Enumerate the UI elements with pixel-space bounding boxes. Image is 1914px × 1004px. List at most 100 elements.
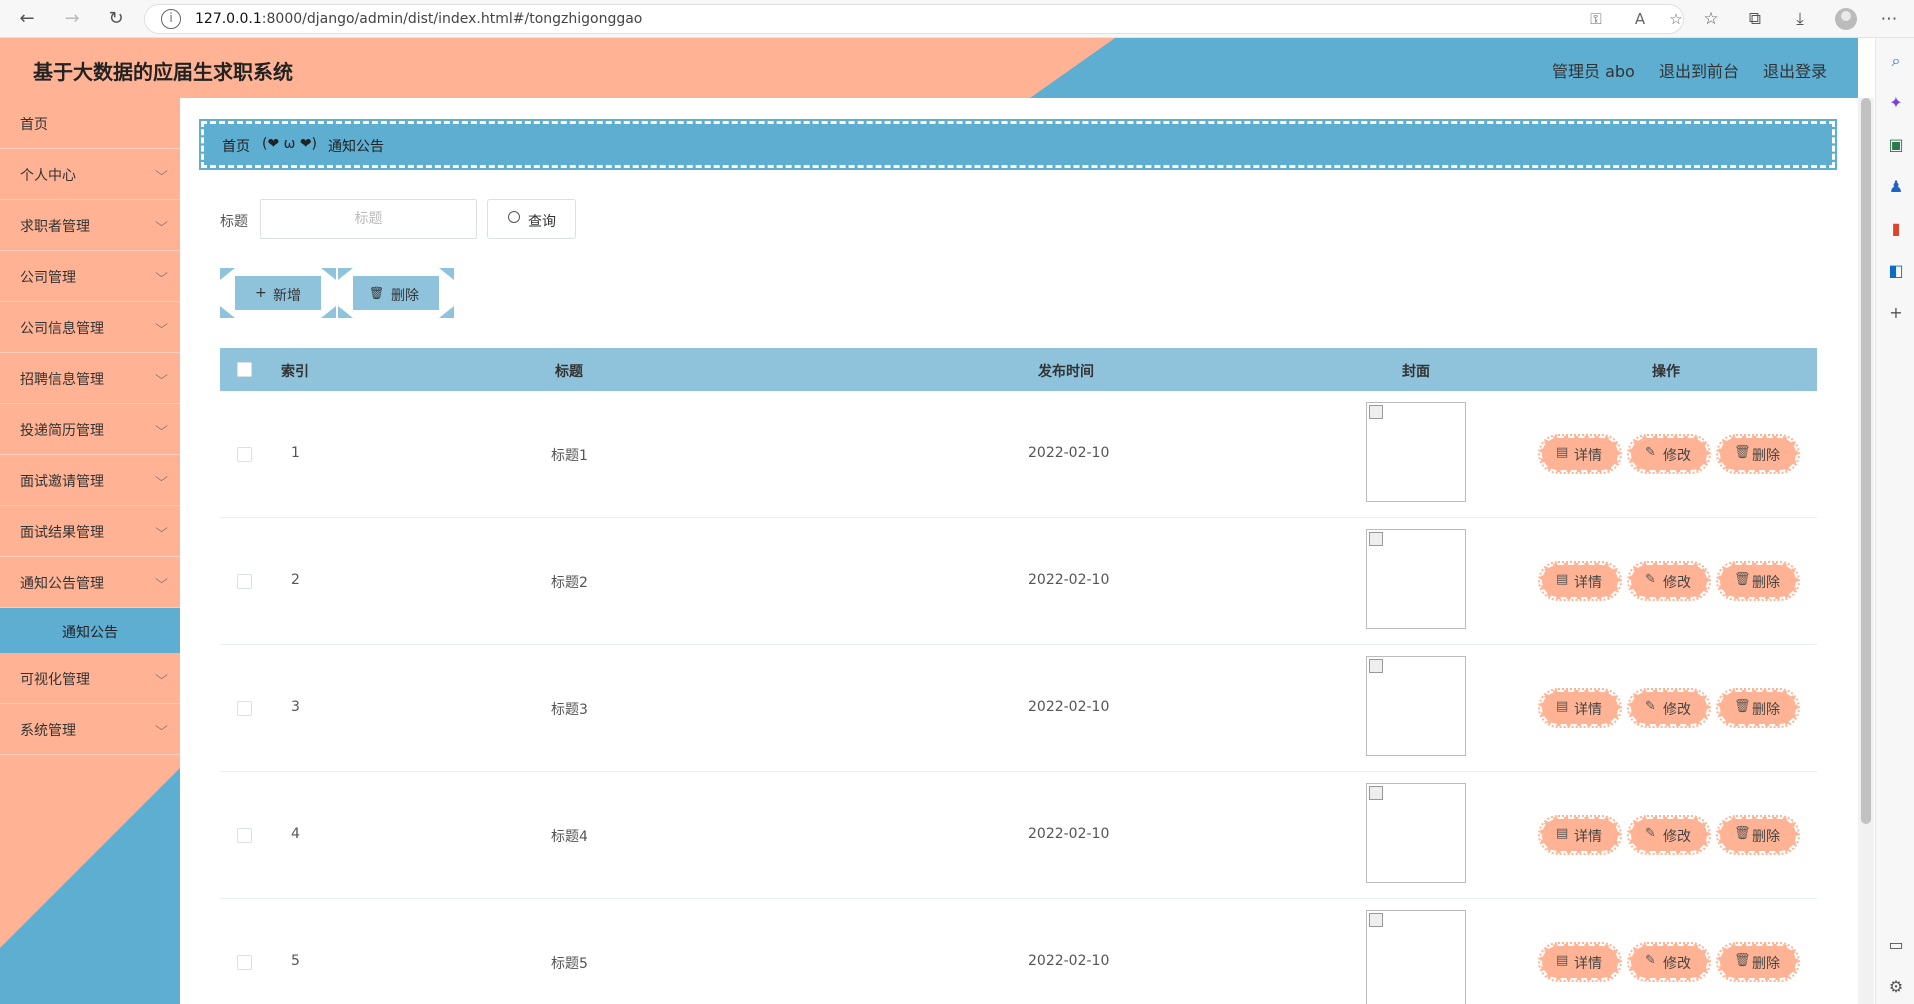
sidebar-item[interactable]: 系统管理 ⌵ (0, 704, 180, 755)
url-text[interactable]: 127.0.0.1:8000/django/admin/dist/index.h… (195, 11, 642, 27)
sidebar-item[interactable]: 可视化管理 ⌵ (0, 653, 180, 704)
sidebar-item-label: 系统管理 (20, 723, 76, 739)
downloads-icon[interactable]: ⤓ (1787, 6, 1813, 32)
edit-icon: ✎ (1645, 953, 1656, 968)
office-icon[interactable]: ▮ (1885, 218, 1907, 240)
sidebar-item[interactable]: 通知公告管理 ⌵ (0, 557, 180, 608)
sidebar-item-label: 可视化管理 (20, 672, 90, 688)
chevron-down-icon: ⌵ (155, 215, 168, 229)
search-input[interactable] (260, 199, 477, 239)
sidebar-item[interactable]: 投递简历管理 ⌵ (0, 404, 180, 455)
row-checkbox[interactable] (237, 447, 252, 462)
forward-icon[interactable]: → (59, 6, 85, 32)
add-sidebar-icon[interactable]: + (1885, 302, 1907, 324)
document-icon: ▤ (1556, 572, 1569, 587)
chevron-down-icon: ⌵ (155, 368, 168, 382)
back-icon[interactable]: ← (14, 6, 40, 32)
search-label: 标题 (220, 214, 248, 230)
table-row: 4 标题4 2022-02-10 ▤ 详情 ✎ 修改 🗑 删除 (220, 772, 1817, 899)
edit-button[interactable]: ✎ 修改 (1627, 561, 1711, 601)
chevron-down-icon: ⌵ (155, 719, 168, 733)
sidebar-item[interactable]: 求职者管理 ⌵ (0, 200, 180, 251)
cell-index: 3 (291, 699, 300, 715)
sidebar-item[interactable]: 个人中心 ⌵ (0, 149, 180, 200)
detail-button-label: 详情 (1574, 702, 1602, 718)
query-button[interactable]: 查询 (487, 199, 576, 239)
row-checkbox[interactable] (237, 955, 252, 970)
key-icon[interactable]: ⚿ (1585, 10, 1607, 30)
sidebar-layout-icon[interactable]: ▭ (1885, 934, 1907, 956)
breadcrumb-home[interactable]: 首页 (222, 136, 250, 156)
sidebar-item[interactable]: 面试结果管理 ⌵ (0, 506, 180, 557)
sidebar-item[interactable]: 招聘信息管理 ⌵ (0, 353, 180, 404)
back-to-front-link[interactable]: 退出到前台 (1659, 58, 1739, 82)
browser-sidebar: ⌕ ✦ ▣ ♟ ▮ ◧ + ▭ ⚙ (1875, 38, 1914, 1004)
delete-button[interactable]: 🗑 删除 (1716, 561, 1800, 601)
chevron-down-icon: ⌵ (155, 668, 168, 682)
favorite-add-icon[interactable]: ☆ (1665, 10, 1687, 30)
sidebar-item-label: 首页 (20, 117, 48, 133)
delete-button-label: 删除 (1752, 702, 1780, 718)
app-header: 基于大数据的应届生求职系统 管理员 abo 退出到前台 退出登录 (0, 38, 1858, 98)
sidebar-subitem-notice[interactable]: 通知公告 (0, 608, 180, 653)
edit-button[interactable]: ✎ 修改 (1627, 942, 1711, 982)
shopping-icon[interactable]: ▣ (1885, 134, 1907, 156)
delete-button[interactable]: 🗑 删除 (1716, 942, 1800, 982)
cell-index: 5 (291, 953, 300, 969)
cell-index: 2 (291, 572, 300, 588)
sidebar-item[interactable]: 公司管理 ⌵ (0, 251, 180, 302)
row-checkbox[interactable] (237, 828, 252, 843)
detail-button[interactable]: ▤ 详情 (1538, 434, 1622, 474)
edit-button[interactable]: ✎ 修改 (1627, 815, 1711, 855)
sidebar-item[interactable]: 面试邀请管理 ⌵ (0, 455, 180, 506)
edit-button[interactable]: ✎ 修改 (1627, 434, 1711, 474)
row-checkbox[interactable] (237, 574, 252, 589)
outlook-icon[interactable]: ◧ (1885, 260, 1907, 282)
delete-button-label: 删除 (1752, 575, 1780, 591)
delete-button-label: 删除 (1752, 448, 1780, 464)
chevron-down-icon: ⌵ (155, 572, 168, 586)
delete-button[interactable]: 🗑 删除 (1716, 688, 1800, 728)
read-aloud-icon[interactable]: A (1629, 10, 1651, 30)
sidebar-item[interactable]: 公司信息管理 ⌵ (0, 302, 180, 353)
detail-button-label: 详情 (1574, 829, 1602, 845)
sidebar-item[interactable]: 首页 (0, 98, 180, 149)
delete-button[interactable]: 🗑 删除 (1716, 434, 1800, 474)
detail-button[interactable]: ▤ 详情 (1538, 815, 1622, 855)
add-button[interactable]: + 新增 (220, 268, 336, 318)
breadcrumb-separator: (❤ ω ❤) (262, 136, 318, 152)
document-icon: ▤ (1556, 699, 1569, 714)
search-icon[interactable]: ⌕ (1885, 50, 1907, 72)
detail-button[interactable]: ▤ 详情 (1538, 688, 1622, 728)
document-icon: ▤ (1556, 953, 1569, 968)
cell-date: 2022-02-10 (1028, 826, 1110, 842)
scrollbar-thumb[interactable] (1861, 98, 1871, 824)
address-bar[interactable]: i 127.0.0.1:8000/django/admin/dist/index… (144, 4, 1684, 34)
table-row: 5 标题5 2022-02-10 ▤ 详情 ✎ 修改 🗑 删除 (220, 899, 1817, 1004)
reload-icon[interactable]: ↻ (103, 6, 129, 32)
col-date: 发布时间 (1038, 364, 1094, 380)
site-info-icon[interactable]: i (161, 9, 181, 29)
copilot-icon[interactable]: ✦ (1885, 92, 1907, 114)
select-all-checkbox[interactable] (237, 362, 252, 377)
collections-icon[interactable]: ⧉ (1742, 6, 1768, 32)
profile-avatar[interactable] (1835, 8, 1857, 30)
breadcrumb-current: 通知公告 (328, 139, 384, 155)
sidebar-item-label: 投递简历管理 (20, 423, 104, 439)
tools-icon[interactable]: ♟ (1885, 176, 1907, 198)
detail-button[interactable]: ▤ 详情 (1538, 561, 1622, 601)
cell-date: 2022-02-10 (1028, 445, 1110, 461)
more-icon[interactable]: ⋯ (1876, 6, 1902, 32)
table-header: 索引 标题 发布时间 封面 操作 (220, 348, 1817, 391)
edit-button[interactable]: ✎ 修改 (1627, 688, 1711, 728)
page-scrollbar[interactable] (1858, 98, 1874, 1004)
sidebar-subitem-label: 通知公告 (62, 625, 118, 641)
edit-button-label: 修改 (1663, 448, 1691, 464)
batch-delete-button[interactable]: 🗑 删除 (338, 268, 454, 318)
logout-link[interactable]: 退出登录 (1763, 58, 1827, 82)
settings-icon[interactable]: ⚙ (1885, 976, 1907, 998)
favorites-icon[interactable]: ☆ (1698, 6, 1724, 32)
row-checkbox[interactable] (237, 701, 252, 716)
delete-button[interactable]: 🗑 删除 (1716, 815, 1800, 855)
detail-button[interactable]: ▤ 详情 (1538, 942, 1622, 982)
